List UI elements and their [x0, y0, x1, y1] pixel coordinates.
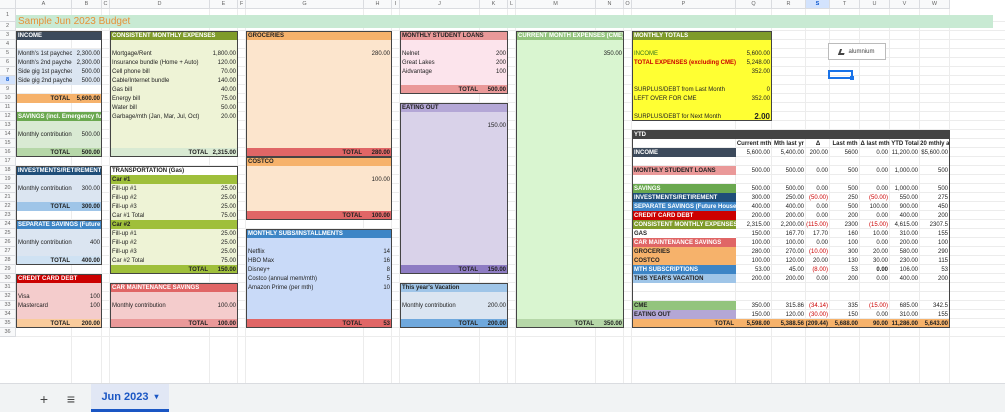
- spreadsheet-grid[interactable]: ABCDEFGHIJKLMNOPQRSTUVW 1 2 3 4 5 6 7 8 9 10 11 12 1…: [0, 0, 1005, 383]
- section-border: [632, 130, 950, 328]
- section-border: [16, 31, 102, 157]
- column-header-f[interactable]: F: [238, 0, 246, 9]
- section-border: [246, 31, 392, 157]
- row-header-5[interactable]: 5: [0, 49, 16, 58]
- column-header-p[interactable]: P: [632, 0, 736, 9]
- logo-text: alumnium: [848, 48, 875, 55]
- all-sheets-menu-button[interactable]: ≡: [62, 390, 80, 408]
- section-border: [110, 166, 238, 274]
- row-header-29[interactable]: 29: [0, 265, 16, 274]
- row-header-30[interactable]: 30: [0, 274, 16, 283]
- row-header-12[interactable]: 12: [0, 112, 16, 121]
- column-header-m[interactable]: M: [516, 0, 596, 9]
- chevron-down-icon[interactable]: ▾: [155, 392, 159, 401]
- add-sheet-button[interactable]: +: [35, 390, 53, 408]
- row-header-23[interactable]: 23: [0, 211, 16, 220]
- row-header-36[interactable]: 36: [0, 328, 16, 337]
- column-header-t[interactable]: T: [830, 0, 860, 9]
- section-border: [400, 103, 508, 274]
- section-border: [400, 283, 508, 328]
- row-header-28[interactable]: 28: [0, 256, 16, 265]
- column-header-v[interactable]: V: [890, 0, 920, 9]
- section-border: [16, 220, 102, 265]
- row-header-33[interactable]: 33: [0, 301, 16, 310]
- fill-handle[interactable]: [850, 76, 854, 80]
- section-border: [632, 31, 772, 121]
- section-border: [400, 31, 508, 94]
- column-header-o[interactable]: O: [624, 0, 632, 9]
- row-header-34[interactable]: 34: [0, 310, 16, 319]
- row-header-21[interactable]: 21: [0, 193, 16, 202]
- row-header-19[interactable]: 19: [0, 175, 16, 184]
- column-header-e[interactable]: E: [210, 0, 238, 9]
- logo-icon: [838, 48, 847, 55]
- row-header-14[interactable]: 14: [0, 130, 16, 139]
- section-border: [516, 31, 624, 328]
- row-header-6[interactable]: 6: [0, 58, 16, 67]
- sheet-tab-label: Jun 2023: [101, 390, 149, 403]
- column-header-i[interactable]: I: [392, 0, 400, 9]
- column-header-u[interactable]: U: [860, 0, 890, 9]
- sheet-tab-bar: + ≡ Jun 2023 ▾: [0, 383, 1005, 412]
- row-header-27[interactable]: 27: [0, 247, 16, 256]
- section-border: [246, 229, 392, 328]
- sheet-tab-jun-2023[interactable]: Jun 2023 ▾: [91, 384, 169, 412]
- row-header-8[interactable]: 8: [0, 76, 16, 85]
- row-header-31[interactable]: 31: [0, 283, 16, 292]
- column-header-q[interactable]: Q: [736, 0, 772, 9]
- column-header-k[interactable]: K: [480, 0, 508, 9]
- row-header-17[interactable]: 17: [0, 157, 16, 166]
- select-all-corner[interactable]: [0, 0, 16, 9]
- row-header-18[interactable]: 18: [0, 166, 16, 175]
- section-border: [246, 157, 392, 220]
- column-header-h[interactable]: H: [364, 0, 392, 9]
- row-header-4[interactable]: 4: [0, 40, 16, 49]
- column-header-j[interactable]: J: [400, 0, 480, 9]
- row-header-16[interactable]: 16: [0, 148, 16, 157]
- row-header-3[interactable]: 3: [0, 31, 16, 40]
- row-header-24[interactable]: 24: [0, 220, 16, 229]
- section-border: [110, 31, 238, 157]
- row-header-26[interactable]: 26: [0, 238, 16, 247]
- row-header-10[interactable]: 10: [0, 94, 16, 103]
- row-header-13[interactable]: 13: [0, 121, 16, 130]
- row-header-7[interactable]: 7: [0, 67, 16, 76]
- row-header-9[interactable]: 9: [0, 85, 16, 94]
- row-header-35[interactable]: 35: [0, 319, 16, 328]
- row-header-1[interactable]: 1: [0, 9, 16, 22]
- logo-image: alumnium: [828, 43, 886, 60]
- column-header-w[interactable]: W: [920, 0, 950, 9]
- column-header-a[interactable]: A: [16, 0, 72, 9]
- section-border: [16, 274, 102, 328]
- section-border: [110, 283, 238, 328]
- column-header-n[interactable]: N: [596, 0, 624, 9]
- column-header-r[interactable]: R: [772, 0, 806, 9]
- column-header-b[interactable]: B: [72, 0, 102, 9]
- column-header-s[interactable]: S: [806, 0, 830, 9]
- column-header-g[interactable]: G: [246, 0, 364, 9]
- row-header-22[interactable]: 22: [0, 202, 16, 211]
- row-header-2[interactable]: 2: [0, 22, 16, 31]
- row-header-25[interactable]: 25: [0, 229, 16, 238]
- row-header-11[interactable]: 11: [0, 103, 16, 112]
- row-header-20[interactable]: 20: [0, 184, 16, 193]
- row-header-32[interactable]: 32: [0, 292, 16, 301]
- column-header-l[interactable]: L: [508, 0, 516, 9]
- column-header-d[interactable]: D: [110, 0, 210, 9]
- sheet-title[interactable]: Sample Jun 2023 Budget: [16, 15, 993, 28]
- row-header-15[interactable]: 15: [0, 139, 16, 148]
- row-gridline: [16, 336, 1005, 337]
- column-header-c[interactable]: C: [102, 0, 110, 9]
